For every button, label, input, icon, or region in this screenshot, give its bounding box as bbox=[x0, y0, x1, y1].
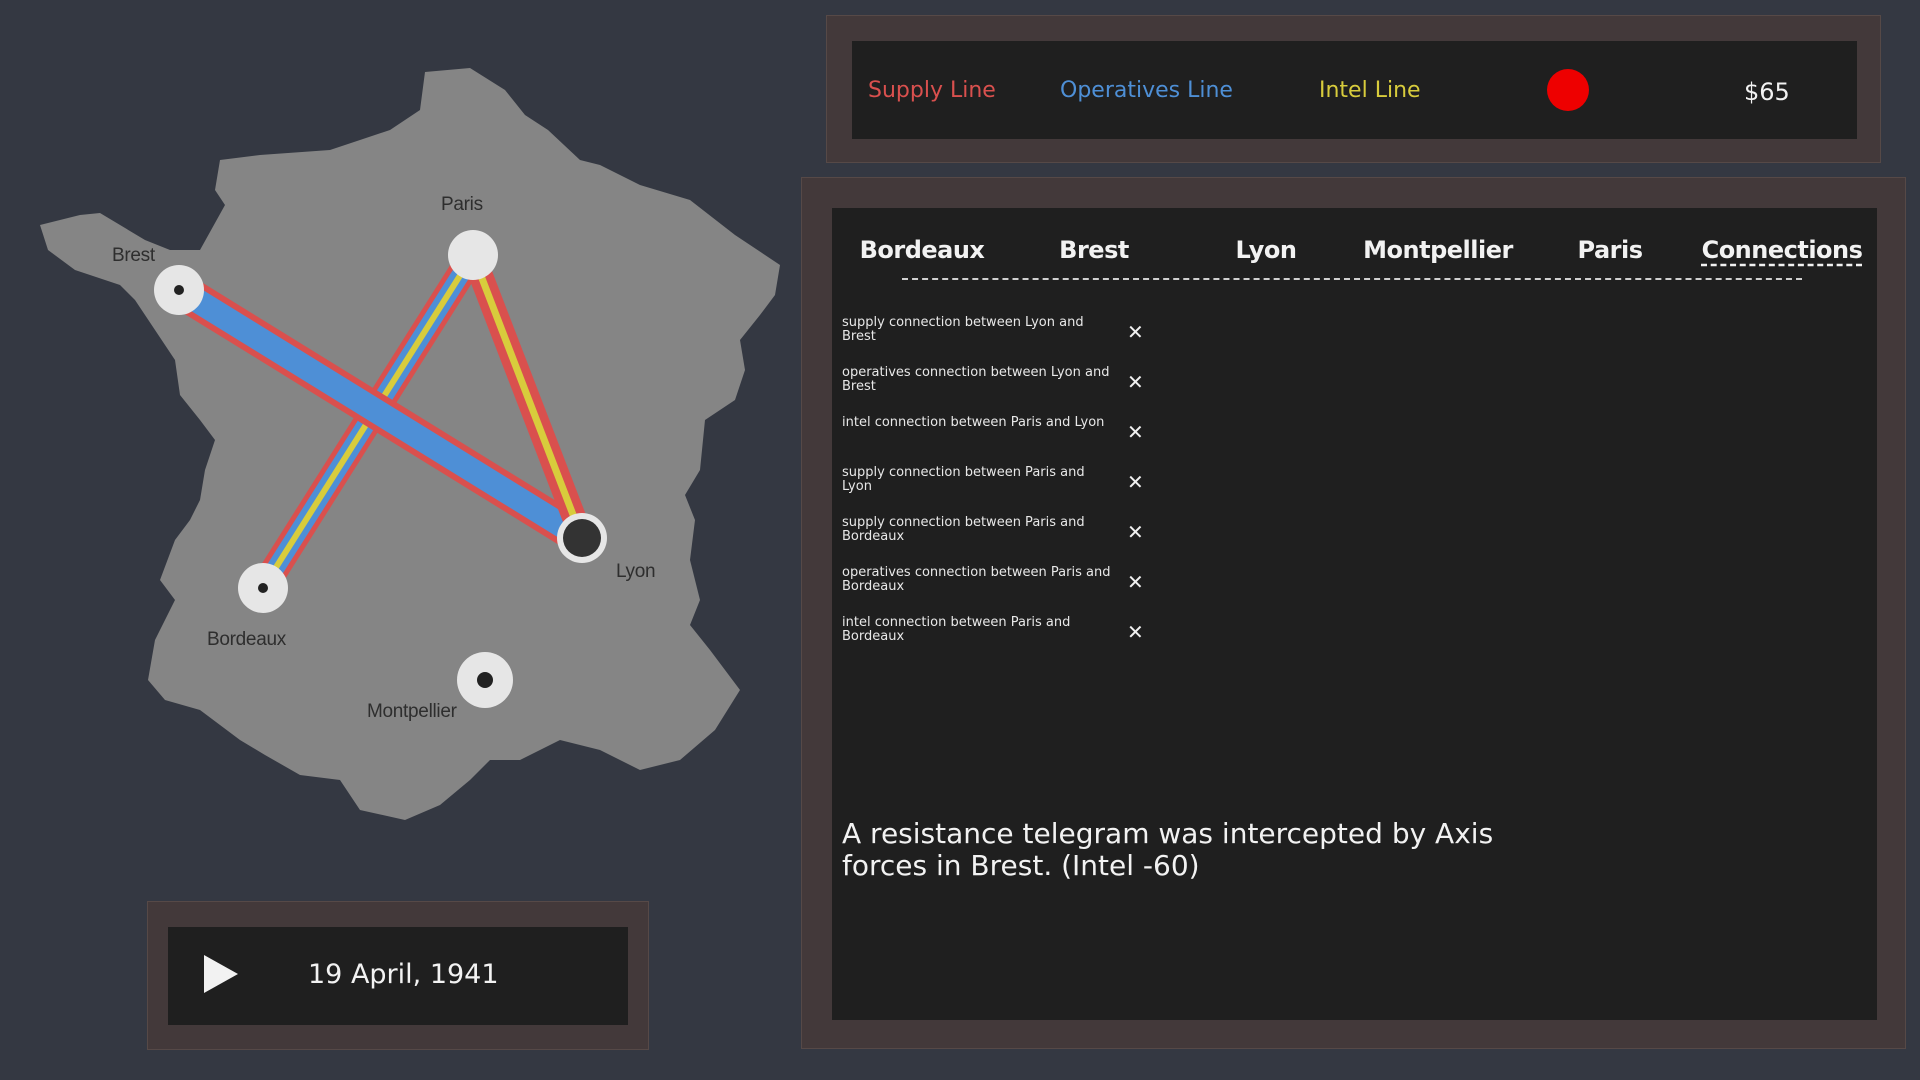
tab-divider bbox=[902, 278, 1802, 280]
current-date: 19 April, 1941 bbox=[308, 959, 499, 990]
legend-intel-line: Intel Line bbox=[1319, 78, 1421, 103]
city-node-bordeaux[interactable] bbox=[238, 563, 288, 613]
connection-text: supply connection between Lyon and Brest bbox=[842, 315, 1084, 344]
connection-row: intel connection between Paris and Borde… bbox=[842, 615, 1144, 656]
city-label-lyon: Lyon bbox=[616, 561, 656, 582]
play-button[interactable] bbox=[198, 951, 242, 997]
tab-paris[interactable]: Paris bbox=[1525, 236, 1695, 264]
info-panel: Bordeaux Brest Lyon Montpellier Paris Co… bbox=[801, 177, 1906, 1049]
city-node-montpellier[interactable] bbox=[457, 652, 513, 708]
close-icon: ✕ bbox=[1127, 420, 1144, 444]
tab-lyon[interactable]: Lyon bbox=[1181, 236, 1351, 264]
remove-connection-button[interactable]: ✕ bbox=[1127, 622, 1144, 642]
connection-text: intel connection between Paris and Lyon bbox=[842, 415, 1105, 430]
close-icon: ✕ bbox=[1127, 520, 1144, 544]
city-label-paris: Paris bbox=[441, 194, 483, 215]
legend-supply-line: Supply Line bbox=[868, 78, 996, 103]
connection-text: supply connection between Paris and Bord… bbox=[842, 515, 1085, 544]
remove-connection-button[interactable]: ✕ bbox=[1127, 422, 1144, 442]
connection-row: supply connection between Paris and Bord… bbox=[842, 515, 1144, 556]
connection-text: operatives connection between Paris and … bbox=[842, 565, 1111, 594]
tab-connections[interactable]: Connections bbox=[1697, 236, 1867, 264]
map-area: Brest Paris Lyon Bordeaux Montpellier bbox=[0, 0, 800, 860]
remove-connection-button[interactable]: ✕ bbox=[1127, 372, 1144, 392]
connection-row: intel connection between Paris and Lyon … bbox=[842, 415, 1144, 456]
close-icon: ✕ bbox=[1127, 370, 1144, 394]
connection-row: supply connection between Lyon and Brest… bbox=[842, 315, 1144, 356]
timeline-bar: 19 April, 1941 bbox=[168, 927, 628, 1025]
city-label-bordeaux: Bordeaux bbox=[207, 629, 286, 650]
remove-connection-button[interactable]: ✕ bbox=[1127, 572, 1144, 592]
remove-connection-button[interactable]: ✕ bbox=[1127, 472, 1144, 492]
connection-text: supply connection between Paris and Lyon bbox=[842, 465, 1085, 494]
close-icon: ✕ bbox=[1127, 320, 1144, 344]
connection-row: operatives connection between Lyon and B… bbox=[842, 365, 1144, 406]
tab-bordeaux[interactable]: Bordeaux bbox=[837, 236, 1007, 264]
connection-text: operatives connection between Lyon and B… bbox=[842, 365, 1110, 394]
close-icon: ✕ bbox=[1127, 470, 1144, 494]
remove-connection-button[interactable]: ✕ bbox=[1127, 522, 1144, 542]
connection-text: intel connection between Paris and Borde… bbox=[842, 615, 1071, 644]
city-label-montpellier: Montpellier bbox=[367, 701, 457, 722]
legend-operatives-line: Operatives Line bbox=[1060, 78, 1233, 103]
connection-row: operatives connection between Paris and … bbox=[842, 565, 1144, 606]
tab-brest[interactable]: Brest bbox=[1009, 236, 1179, 264]
tab-montpellier[interactable]: Montpellier bbox=[1353, 236, 1523, 264]
city-label-brest: Brest bbox=[112, 245, 155, 266]
close-icon: ✕ bbox=[1127, 570, 1144, 594]
close-icon: ✕ bbox=[1127, 620, 1144, 644]
timeline-panel: 19 April, 1941 bbox=[147, 901, 649, 1050]
legend-panel: Supply Line Operatives Line Intel Line $… bbox=[826, 15, 1881, 163]
money-display: $65 bbox=[1744, 78, 1790, 106]
event-message: A resistance telegram was intercepted by… bbox=[842, 817, 1494, 882]
france-map bbox=[40, 68, 780, 820]
legend-bar: Supply Line Operatives Line Intel Line $… bbox=[852, 41, 1857, 139]
city-node-lyon[interactable] bbox=[557, 513, 607, 563]
city-node-brest[interactable] bbox=[154, 265, 204, 315]
status-indicator bbox=[1547, 69, 1589, 111]
city-node-paris[interactable] bbox=[448, 230, 498, 280]
info-panel-content: Bordeaux Brest Lyon Montpellier Paris Co… bbox=[832, 208, 1877, 1020]
connection-row: supply connection between Paris and Lyon… bbox=[842, 465, 1144, 506]
play-icon bbox=[204, 955, 238, 993]
remove-connection-button[interactable]: ✕ bbox=[1127, 322, 1144, 342]
